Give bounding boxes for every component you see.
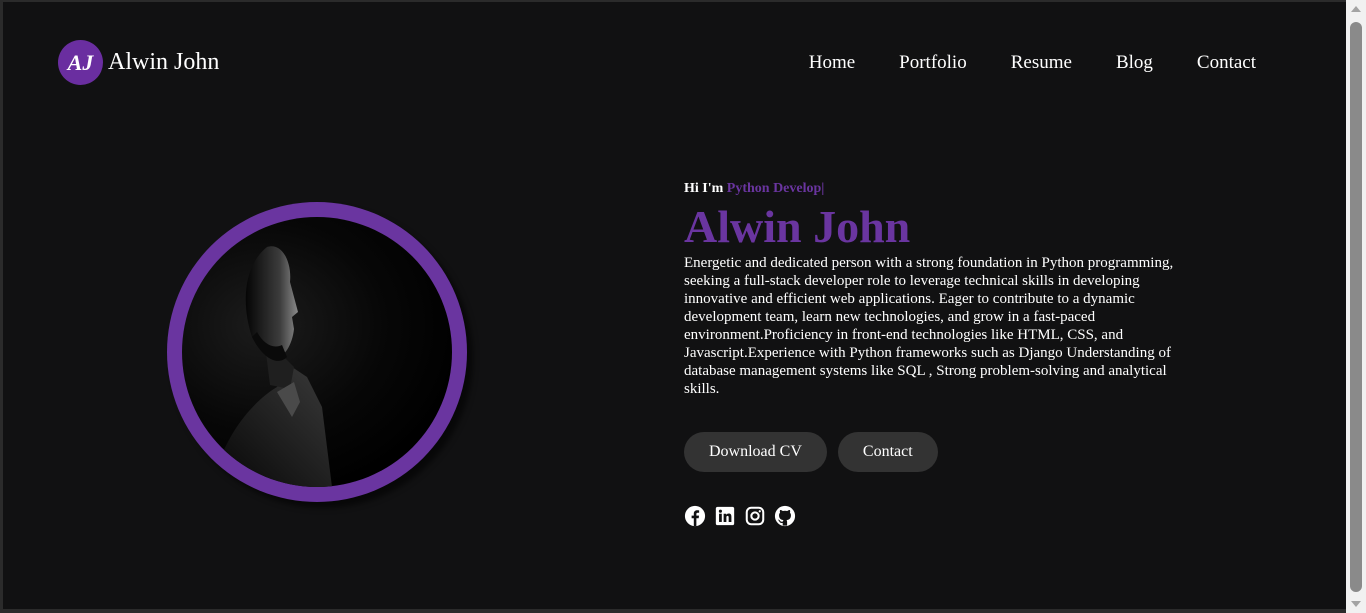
bio-text: Energetic and dedicated person with a st… <box>684 255 1174 397</box>
hero-actions: Download CV Contact <box>684 432 949 472</box>
profile-photo <box>182 217 452 487</box>
scroll-down-arrow-icon[interactable] <box>1351 601 1361 607</box>
nav-blog[interactable]: Blog <box>1116 52 1153 74</box>
scrollbar-thumb[interactable] <box>1350 22 1362 592</box>
instagram-icon[interactable] <box>744 505 766 527</box>
scroll-up-arrow-icon[interactable] <box>1351 6 1361 12</box>
logo-name: Alwin John <box>108 49 220 75</box>
intro-prefix: Hi I'm <box>684 181 724 196</box>
hero-name: Alwin John <box>684 201 911 252</box>
nav-home[interactable]: Home <box>809 52 855 74</box>
intro-line: Hi I'm Python Develop| <box>684 180 1184 198</box>
download-cv-button[interactable]: Download CV <box>684 432 827 472</box>
main-nav: Home Portfolio Resume Blog Contact <box>765 52 1256 74</box>
social-links <box>684 505 804 527</box>
vertical-scrollbar[interactable] <box>1346 0 1366 613</box>
github-icon[interactable] <box>774 505 796 527</box>
linkedin-icon[interactable] <box>714 505 736 527</box>
nav-resume[interactable]: Resume <box>1011 52 1072 74</box>
nav-portfolio[interactable]: Portfolio <box>899 52 967 74</box>
page: AJ Alwin John Home Portfolio Resume Blog… <box>3 2 1346 609</box>
intro-role: Python Develop| <box>726 181 825 196</box>
profile-ring <box>167 202 467 502</box>
logo-badge: AJ <box>58 40 103 85</box>
hero: Hi I'm Python Develop| Alwin John Energe… <box>684 180 1184 398</box>
facebook-icon[interactable] <box>684 505 706 527</box>
logo[interactable]: AJ Alwin John <box>58 40 219 85</box>
contact-button[interactable]: Contact <box>837 432 938 472</box>
portrait-silhouette <box>212 246 332 487</box>
nav-contact[interactable]: Contact <box>1197 52 1256 74</box>
